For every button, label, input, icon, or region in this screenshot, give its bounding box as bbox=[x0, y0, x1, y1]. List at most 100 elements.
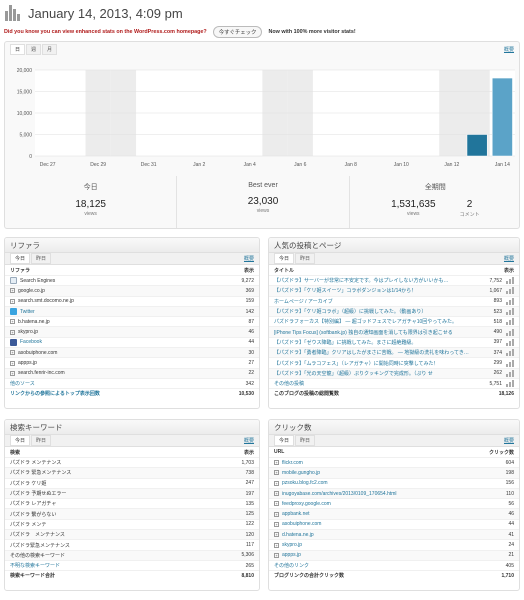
tab-yesterday[interactable]: 昨日 bbox=[31, 253, 52, 264]
row-label[interactable]: ホームページ / アーカイブ bbox=[274, 298, 472, 305]
tab-today[interactable]: 今日 bbox=[10, 435, 31, 446]
chart-summary-link[interactable]: 概要 bbox=[504, 46, 514, 53]
row-label[interactable]: 不明な検索キーワード bbox=[10, 562, 224, 569]
row-label[interactable]: asobuiphone.com bbox=[282, 521, 484, 527]
referrers-summary-link[interactable]: 概要 bbox=[244, 255, 254, 262]
table-row[interactable]: パズドラ レアガチャ 135 bbox=[5, 498, 259, 508]
table-row[interactable]: + d.hatena.ne.jp 41 bbox=[269, 529, 519, 540]
table-row[interactable]: + skypro.jp 46 bbox=[5, 326, 259, 337]
table-row[interactable]: + search.smt.docomo.ne.jp 159 bbox=[5, 295, 259, 306]
expand-icon[interactable]: + bbox=[10, 319, 15, 325]
table-row[interactable]: + asobuiphone.com 30 bbox=[5, 347, 259, 358]
table-row[interactable]: 【パズドラ】「ムラコフェス」（レアガチャ）に開始同時に突撃してみた！ 299 bbox=[269, 357, 519, 367]
sparkline-icon[interactable] bbox=[506, 308, 514, 316]
expand-icon[interactable]: + bbox=[274, 511, 279, 517]
table-row[interactable]: Search Engines 9,272 bbox=[5, 275, 259, 285]
table-row[interactable]: パズドラフォーカス【特別編】 — 超ゴッドフェスでレアガチャ10回やってみた。 5… bbox=[269, 316, 519, 326]
table-row[interactable]: その他の投稿 5,751 bbox=[269, 377, 519, 388]
row-label[interactable]: [iPhone Tips Focus] (softbank.jp) 独自の通知画… bbox=[274, 329, 472, 336]
table-row[interactable]: Twitter 142 bbox=[5, 305, 259, 317]
table-row[interactable]: 【パズドラ】「光の天空龍」（超級）ぷりクッキングで完成形。（ぷり せ 262 bbox=[269, 367, 519, 378]
table-row[interactable]: + skypro.jp 24 bbox=[269, 539, 519, 549]
sparkline-icon[interactable] bbox=[506, 349, 514, 357]
row-label[interactable]: 【パズドラ】「ケリ姫スイーツ」コラボダンジョンは1/14から！ bbox=[274, 287, 472, 294]
row-label[interactable]: feedproxy.google.com bbox=[282, 501, 484, 507]
table-row[interactable]: パズドラ メンテナンス 1,703 bbox=[5, 457, 259, 467]
table-row[interactable]: + appps.jp 27 bbox=[5, 357, 259, 367]
row-label[interactable]: 他のソース bbox=[10, 380, 224, 387]
table-row[interactable]: 【パズドラ】「ゼウス降臨」に挑戦してみた。まさに超絶難級。 397 bbox=[269, 336, 519, 347]
tab-day[interactable]: 日 bbox=[10, 43, 26, 55]
table-row[interactable]: [iPhone Tips Focus] (softbank.jp) 独自の通知画… bbox=[269, 326, 519, 337]
sparkline-icon[interactable] bbox=[506, 297, 514, 305]
keywords-summary-link[interactable]: 概要 bbox=[244, 437, 254, 444]
sparkline-icon[interactable] bbox=[506, 328, 514, 336]
table-row[interactable]: 【パズドラ】「ケリ姫コラボ」（超級）に挑戦してみた。（動画あり） 523 bbox=[269, 305, 519, 317]
row-label[interactable]: pzsoku.blog.fc2.com bbox=[282, 480, 484, 486]
expand-icon[interactable]: + bbox=[274, 552, 279, 558]
table-row[interactable]: パズドラ 繋がらない 125 bbox=[5, 508, 259, 519]
expand-icon[interactable]: + bbox=[10, 370, 15, 376]
expand-icon[interactable]: + bbox=[274, 542, 279, 548]
table-row[interactable]: ホームページ / アーカイブ 893 bbox=[269, 295, 519, 306]
row-label[interactable]: Facebook bbox=[20, 339, 224, 345]
check-now-button[interactable]: 今すぐチェック bbox=[212, 26, 263, 38]
sparkline-icon[interactable] bbox=[506, 369, 514, 377]
expand-icon[interactable]: + bbox=[274, 460, 279, 466]
tab-yesterday[interactable]: 昨日 bbox=[31, 435, 52, 446]
expand-icon[interactable]: + bbox=[10, 298, 15, 304]
row-label[interactable]: appps.jp bbox=[282, 552, 484, 558]
row-label[interactable]: その他のリンク bbox=[274, 562, 484, 569]
expand-icon[interactable]: + bbox=[10, 350, 15, 356]
sparkline-icon[interactable] bbox=[506, 338, 514, 346]
clicks-summary-link[interactable]: 概要 bbox=[504, 437, 514, 444]
row-label[interactable]: d.hatena.ne.jp bbox=[282, 532, 484, 538]
table-row[interactable]: + feedproxy.google.com 56 bbox=[269, 498, 519, 508]
tab-yesterday[interactable]: 昨日 bbox=[295, 435, 316, 446]
table-row[interactable]: + appps.jp 21 bbox=[269, 549, 519, 560]
row-label[interactable]: skypro.jp bbox=[282, 542, 484, 548]
table-row[interactable]: + google.co.jp 369 bbox=[5, 285, 259, 296]
row-label[interactable]: appbank.net bbox=[282, 511, 484, 517]
row-label[interactable]: その他の投稿 bbox=[274, 380, 472, 387]
sparkline-icon[interactable] bbox=[506, 359, 514, 367]
tab-today[interactable]: 今日 bbox=[274, 435, 295, 446]
row-label[interactable]: mobile.gungho.jp bbox=[282, 470, 484, 476]
expand-icon[interactable]: + bbox=[274, 470, 279, 476]
table-row[interactable]: 【パズドラ】「ケリ姫スイーツ」コラボダンジョンは1/14から！ 1,067 bbox=[269, 285, 519, 296]
row-label[interactable]: flickr.com bbox=[282, 460, 484, 466]
table-row[interactable]: パズドラ 緊急メンテナンス 738 bbox=[5, 467, 259, 478]
table-row[interactable]: パズドラ メンテ 122 bbox=[5, 518, 259, 529]
posts-summary-link[interactable]: 概要 bbox=[504, 255, 514, 262]
row-label[interactable]: 【パズドラ】「ゼウス降臨」に挑戦してみた。まさに超絶難級。 bbox=[274, 339, 472, 346]
tab-yesterday[interactable]: 昨日 bbox=[295, 253, 316, 264]
table-row[interactable]: その他のリンク 405 bbox=[269, 559, 519, 570]
table-row[interactable]: 不明な検索キーワード 265 bbox=[5, 559, 259, 570]
row-label[interactable]: パズドラフォーカス【特別編】 — 超ゴッドフェスでレアガチャ10回やってみた。 bbox=[274, 318, 472, 325]
row-label[interactable]: 【パズドラ】「ムラコフェス」（レアガチャ）に開始同時に突撃してみた！ bbox=[274, 360, 472, 367]
row-label[interactable]: 【パズドラ】「光の天空龍」（超級）ぷりクッキングで完成形。（ぷり せ bbox=[274, 370, 472, 377]
row-label[interactable]: 【パズドラ】「ケリ姫コラボ」（超級）に挑戦してみた。（動画あり） bbox=[274, 308, 472, 315]
expand-icon[interactable]: + bbox=[274, 491, 279, 497]
row-label[interactable]: 【パズドラ】「勇者降臨」クリアはしたがまさに苦戦。 — 地獄級の洗礼を味わってき… bbox=[274, 349, 472, 356]
expand-icon[interactable]: + bbox=[274, 480, 279, 486]
table-row[interactable]: + asobuiphone.com 44 bbox=[269, 518, 519, 529]
row-label[interactable]: 【パズドラ】サーバーが非常に不安定です。今はプレイしない方がいいかも… bbox=[274, 277, 472, 284]
expand-icon[interactable]: + bbox=[274, 501, 279, 507]
expand-icon[interactable]: + bbox=[10, 329, 15, 335]
table-row[interactable]: パズドラ メンテナンス 120 bbox=[5, 529, 259, 540]
table-row[interactable]: + mobile.gungho.jp 198 bbox=[269, 467, 519, 478]
expand-icon[interactable]: + bbox=[274, 532, 279, 538]
row-label[interactable]: Twitter bbox=[20, 309, 224, 315]
sparkline-icon[interactable] bbox=[506, 287, 514, 295]
table-row[interactable]: パズドラ 予期せぬエラー 197 bbox=[5, 487, 259, 499]
table-row[interactable]: 【パズドラ】サーバーが非常に不安定です。今はプレイしない方がいいかも… 7,752 bbox=[269, 275, 519, 285]
table-row[interactable]: + pzsoku.blog.fc2.com 156 bbox=[269, 477, 519, 488]
table-row[interactable]: + inugoyabase.com/archives/2013/0109_1706… bbox=[269, 487, 519, 499]
table-row[interactable]: その他の検索キーワード 5,306 bbox=[5, 549, 259, 560]
sparkline-icon[interactable] bbox=[506, 380, 514, 388]
expand-icon[interactable]: + bbox=[10, 360, 15, 366]
table-row[interactable]: + search.fenrir-inc.com 22 bbox=[5, 367, 259, 378]
table-row[interactable]: 【パズドラ】「勇者降臨」クリアはしたがまさに苦戦。 — 地獄級の洗礼を味わってき… bbox=[269, 347, 519, 358]
tab-today[interactable]: 今日 bbox=[274, 253, 295, 264]
